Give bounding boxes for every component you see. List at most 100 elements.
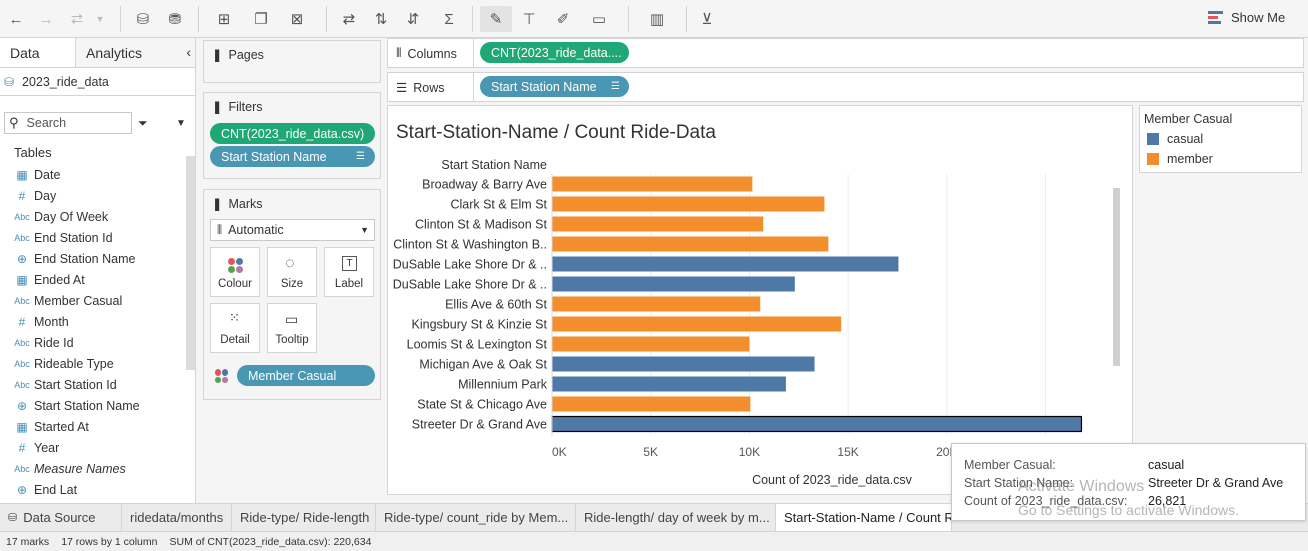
tab-start-station-active[interactable]: Start-Station-Name / Count R	[776, 504, 952, 531]
sort-descending-icon[interactable]: ⇵	[402, 6, 424, 32]
fit-icon[interactable]: ▭	[584, 6, 614, 32]
text-icon: Abc	[14, 232, 30, 243]
field-item[interactable]: # Month	[0, 311, 195, 332]
new-datasource-icon[interactable]: ⛁	[132, 6, 154, 32]
highlight-icon[interactable]: ✎	[480, 6, 512, 32]
chevron-down-icon[interactable]: ▼	[94, 6, 106, 32]
back-icon[interactable]: ←	[6, 6, 26, 32]
rows-pill[interactable]: Start Station Name ☰	[480, 76, 629, 97]
chart-view[interactable]: Start-Station-Name / Count Ride-Data Star…	[387, 105, 1133, 495]
tooltip-button[interactable]: ▭ Tooltip	[267, 303, 317, 353]
field-item[interactable]: Abc Ride Id	[0, 332, 195, 353]
field-item[interactable]: Abc Start Station Id	[0, 374, 195, 395]
field-item[interactable]: # Year	[0, 437, 195, 458]
colour-pill-member-casual[interactable]: Member Casual	[237, 365, 375, 386]
calendar-icon: ▦	[16, 167, 28, 182]
calendar-icon: ▦	[16, 419, 28, 434]
legend-item[interactable]: member	[1147, 149, 1301, 169]
tab-ridedata-months[interactable]: ridedata/months	[122, 504, 232, 531]
sort-ascending-icon[interactable]: ⇅	[370, 6, 392, 32]
bar[interactable]	[552, 396, 751, 412]
bar[interactable]	[551, 415, 1083, 433]
bar[interactable]	[552, 196, 825, 212]
filter-pill-count[interactable]: CNT(2023_ride_data.csv)	[210, 123, 375, 144]
tab-analytics[interactable]: Analytics	[76, 38, 176, 67]
legend-label: member	[1167, 152, 1213, 166]
chart-scrollbar[interactable]	[1113, 188, 1120, 366]
bar[interactable]	[552, 176, 753, 192]
tab-data-source[interactable]: ⛁ Data Source	[0, 504, 122, 531]
field-item[interactable]: ⊕ Start Station Name	[0, 395, 195, 416]
scrollbar[interactable]	[186, 156, 195, 370]
field-name: Day	[34, 188, 57, 203]
tab-data[interactable]: Data	[0, 38, 76, 67]
field-item[interactable]: Abc Day Of Week	[0, 206, 195, 227]
field-item[interactable]: Abc Member Casual	[0, 290, 195, 311]
columns-shelf[interactable]: ⦀ Columns CNT(2023_ride_data....	[387, 38, 1304, 68]
clear-sheet-icon[interactable]: ⊠	[282, 6, 312, 32]
text-label-icon[interactable]: ⊤	[518, 6, 540, 32]
field-item[interactable]: ▦ Date	[0, 164, 195, 185]
field-item[interactable]: ⊕ End Lat	[0, 479, 195, 500]
tab-ride-type-length[interactable]: Ride-type/ Ride-length	[232, 504, 376, 531]
field-list: ▦ Date # Day Abc Day Of Week Abc End Station Id…	[0, 164, 195, 500]
forward-icon[interactable]: →	[36, 6, 56, 32]
field-name: Day Of Week	[34, 209, 109, 224]
colour-button[interactable]: Colour	[210, 247, 260, 297]
presentation-icon[interactable]: ⊻	[696, 6, 718, 32]
search-input[interactable]: ⚲ Search	[4, 112, 132, 134]
field-item[interactable]: ▦ Ended At	[0, 269, 195, 290]
show-me-button[interactable]: Show Me	[1208, 10, 1285, 25]
field-item[interactable]: # Day	[0, 185, 195, 206]
tab-ride-length-dow[interactable]: Ride-length/ day of week by m...	[576, 504, 776, 531]
redo-icon[interactable]: ⮂	[64, 6, 90, 32]
bar[interactable]	[552, 316, 842, 332]
field-item[interactable]: Abc End Station Id	[0, 227, 195, 248]
bar-chart[interactable]: Start-Station-Name / Count Ride-Data Star…	[388, 106, 1132, 494]
field-item[interactable]: Abc Measure Names	[0, 458, 195, 479]
legend-item[interactable]: casual	[1147, 129, 1301, 149]
tab-ride-type-count[interactable]: Ride-type/ count_ride by Mem...	[376, 504, 576, 531]
size-button[interactable]: ◌ Size	[267, 247, 317, 297]
annotate-icon[interactable]: ✐	[552, 6, 574, 32]
chart-type-icon[interactable]: ▥	[640, 6, 674, 32]
bar[interactable]	[552, 276, 795, 292]
legend-label: casual	[1167, 132, 1204, 146]
bar[interactable]	[552, 376, 786, 392]
new-worksheet-icon[interactable]: ⊞	[210, 6, 238, 32]
datasource-icon: ⛁	[8, 512, 18, 524]
filter-pill-start-station[interactable]: Start Station Name ☰	[210, 146, 375, 167]
field-item[interactable]: Abc Rideable Type	[0, 353, 195, 374]
bar[interactable]	[552, 356, 815, 372]
divider	[120, 6, 121, 32]
field-item[interactable]: ▦ Started At	[0, 416, 195, 437]
legend-swatch	[1147, 133, 1159, 145]
filter-icon[interactable]: ⏷	[138, 116, 158, 131]
divider	[198, 6, 199, 32]
bar[interactable]	[552, 236, 829, 252]
datasource-row[interactable]: ⛁ 2023_ride_data	[0, 68, 195, 96]
duplicate-sheet-icon[interactable]: ❐	[250, 6, 272, 32]
rows-shelf[interactable]: ☰ Rows Start Station Name ☰	[387, 72, 1304, 102]
bar[interactable]	[552, 256, 899, 272]
bar[interactable]	[552, 216, 764, 232]
detail-button[interactable]: ⁙ Detail	[210, 303, 260, 353]
columns-pill[interactable]: CNT(2023_ride_data....	[480, 42, 629, 63]
field-item[interactable]: ⊕ End Station Name	[0, 248, 195, 269]
label-button[interactable]: T Label	[324, 247, 374, 297]
mark-type-select[interactable]: ⫼ Automatic ▼	[210, 219, 375, 241]
tooltip-icon: ▭	[285, 311, 299, 327]
swap-icon[interactable]: ⇄	[338, 6, 360, 32]
pause-update-icon[interactable]: ⛃	[164, 6, 186, 32]
marks-title: Marks	[228, 196, 263, 211]
view-options-icon[interactable]: ▼	[176, 118, 186, 129]
bar[interactable]	[552, 336, 750, 352]
columns-label: Columns	[407, 46, 457, 61]
totals-icon[interactable]: Σ	[436, 6, 462, 32]
tick-label: 0K	[552, 445, 567, 459]
collapse-icon[interactable]: ‹	[176, 38, 195, 67]
status-sum: SUM of CNT(2023_ride_data.csv): 220,634	[169, 535, 372, 548]
bar[interactable]	[552, 296, 761, 312]
calendar-icon: ▦	[16, 272, 28, 287]
tooltip-value: casual	[1148, 458, 1185, 472]
